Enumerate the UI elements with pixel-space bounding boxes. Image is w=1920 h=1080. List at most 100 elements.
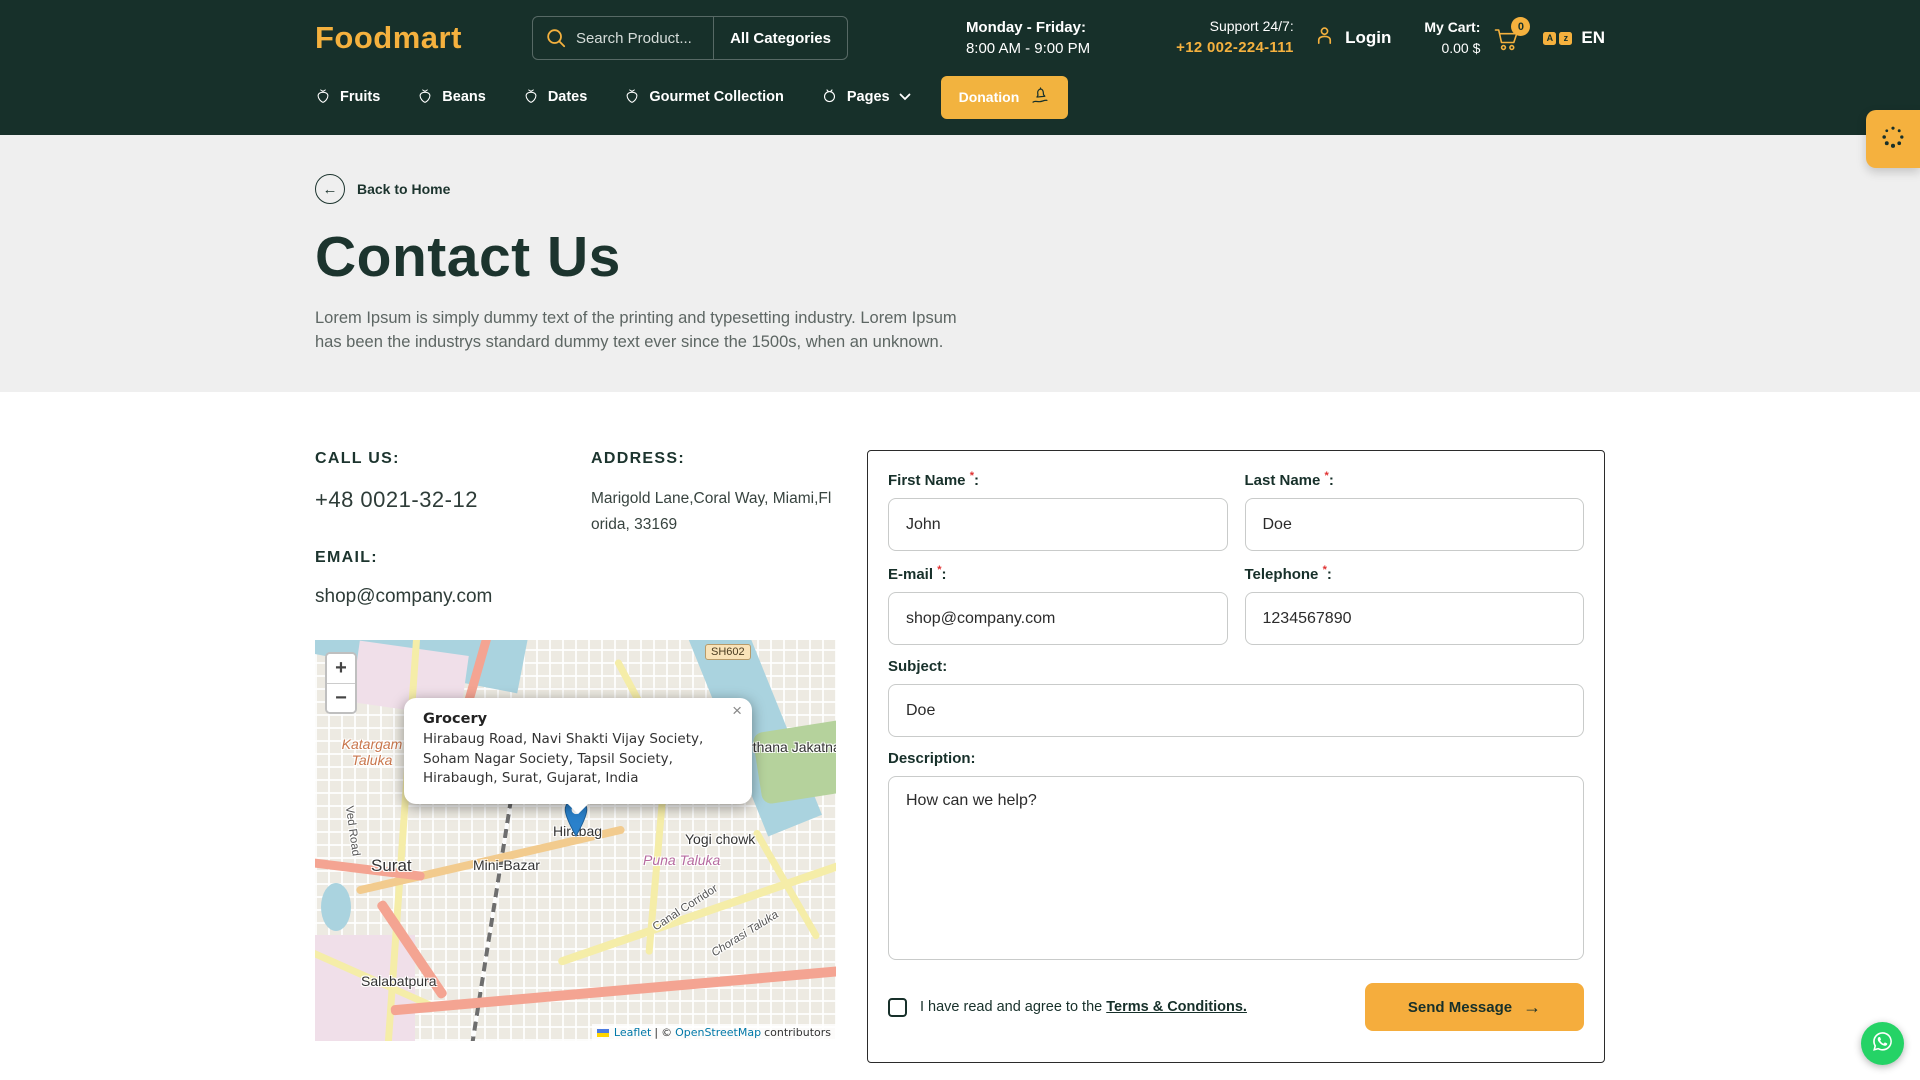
contributors-text: contributors — [764, 1026, 831, 1039]
send-message-button[interactable]: Send Message → — [1365, 983, 1584, 1031]
cart-amount: 0.00 $ — [1424, 38, 1480, 59]
chevron-down-icon — [899, 89, 911, 105]
logo[interactable]: Foodmart — [315, 20, 462, 56]
zoom-in-button[interactable]: + — [327, 654, 355, 683]
page-description: Lorem Ipsum is simply dummy text of the … — [315, 307, 963, 355]
strawberry-icon — [315, 87, 331, 108]
search-icon — [546, 28, 566, 48]
first-name-label: First Name *: — [888, 470, 1228, 489]
map-label: Mini-Bazar — [473, 857, 540, 873]
donation-button[interactable]: Donation — [941, 76, 1069, 119]
last-name-input[interactable] — [1245, 498, 1585, 551]
nav-label: Pages — [847, 89, 890, 105]
map-label: Puna Taluka — [643, 852, 720, 868]
email-field-group: E-mail *: — [888, 564, 1228, 645]
contact-section: CALL US: +48 0021-32-12 EMAIL: shop@comp… — [315, 450, 1605, 1063]
map-zoom-control: + − — [325, 652, 357, 714]
map-popup: Grocery Hirabaug Road, Navi Shakti Vijay… — [404, 698, 752, 804]
nav-item-beans[interactable]: Beans — [417, 87, 486, 108]
zoom-out-button[interactable]: − — [327, 683, 355, 712]
subject-input[interactable] — [888, 684, 1584, 737]
contact-address: Marigold Lane,Coral Way, Miami,Florida, … — [591, 486, 838, 539]
address-block: ADDRESS: Marigold Lane,Coral Way, Miami,… — [591, 450, 838, 608]
contact-form: First Name *: Last Name *: E-mail *: Tel… — [867, 450, 1605, 1063]
back-label: Back to Home — [357, 181, 450, 197]
email-input[interactable] — [888, 592, 1228, 645]
email-label: EMAIL: — [315, 549, 591, 567]
cart-count-badge: 0 — [1511, 17, 1530, 36]
strawberry-icon — [624, 87, 640, 108]
donation-label: Donation — [959, 89, 1020, 105]
whatsapp-icon — [1870, 1029, 1895, 1059]
login-button[interactable]: Login — [1313, 24, 1391, 52]
language-switcher[interactable]: A z EN — [1543, 28, 1605, 48]
call-email-block: CALL US: +48 0021-32-12 EMAIL: shop@comp… — [315, 450, 591, 608]
leaflet-map[interactable]: SH602 Katargam Taluka Sarthana Jakatna H… — [315, 640, 836, 1041]
language-code: EN — [1581, 28, 1605, 48]
whatsapp-button[interactable] — [1861, 1022, 1904, 1065]
description-label: Description: — [888, 750, 1584, 767]
terms-checkbox[interactable] — [888, 998, 907, 1017]
cart-icon — [1494, 39, 1521, 56]
page-hero: ← Back to Home Contact Us Lorem Ipsum is… — [0, 135, 1920, 392]
last-name-label: Last Name *: — [1245, 470, 1585, 489]
telephone-label: Telephone *: — [1245, 564, 1585, 583]
arrow-left-icon: ← — [315, 174, 345, 204]
subject-field-group: Subject: — [888, 658, 1584, 737]
map-attribution: Leaflet | © OpenStreetMap contributors — [592, 1024, 836, 1041]
nav-label: Dates — [548, 89, 588, 105]
telephone-field-group: Telephone *: — [1245, 564, 1585, 645]
nav-item-dates[interactable]: Dates — [523, 87, 588, 108]
nav-item-gourmet-collection[interactable]: Gourmet Collection — [624, 87, 784, 108]
page-title: Contact Us — [315, 224, 1605, 290]
demo-settings-toggle-button[interactable] — [1866, 110, 1920, 168]
terms-agreement: I have read and agree to the Terms & Con… — [888, 998, 1247, 1017]
site-header: Foodmart All Categories Monday - Friday:… — [0, 0, 1920, 135]
categories-dropdown[interactable]: All Categories — [714, 30, 847, 47]
agree-text: I have read and agree to the Terms & Con… — [920, 999, 1247, 1015]
support-label: Support 24/7: — [1176, 16, 1294, 37]
back-to-home-link[interactable]: ← Back to Home — [315, 174, 450, 204]
map-road-shield: SH602 — [705, 644, 751, 660]
nav-item-pages[interactable]: Pages — [821, 87, 911, 108]
contact-phone[interactable]: +48 0021-32-12 — [315, 487, 591, 513]
support-phone[interactable]: +12 002-224-111 — [1176, 37, 1294, 60]
translate-icon-a: A — [1543, 32, 1556, 45]
support-info: Support 24/7: +12 002-224-111 — [1176, 16, 1294, 60]
user-icon — [1313, 24, 1336, 52]
dots-spinner-icon — [1880, 124, 1906, 155]
map-label: Surat — [371, 856, 412, 876]
arrow-right-icon: → — [1523, 997, 1541, 1018]
openstreetmap-link[interactable]: OpenStreetMap — [675, 1026, 761, 1039]
hours-time: 8:00 AM - 9:00 PM — [966, 38, 1090, 59]
first-name-input[interactable] — [888, 498, 1228, 551]
first-name-field-group: First Name *: — [888, 470, 1228, 551]
opening-hours: Monday - Friday: 8:00 AM - 9:00 PM — [966, 17, 1090, 59]
donation-hand-bell-icon — [1030, 87, 1050, 108]
apple-icon — [821, 87, 838, 108]
subject-label: Subject: — [888, 658, 1584, 675]
nav-item-fruits[interactable]: Fruits — [315, 87, 380, 108]
ukraine-flag-icon — [597, 1029, 609, 1037]
description-textarea[interactable]: How can we help? — [888, 776, 1584, 960]
leaflet-link[interactable]: Leaflet — [614, 1026, 651, 1039]
contact-email[interactable]: shop@company.com — [315, 586, 591, 608]
cart-label: My Cart: — [1424, 17, 1480, 38]
call-us-label: CALL US: — [315, 450, 591, 468]
main-nav: Fruits Beans Dates Gourmet Collection Pa… — [315, 74, 1605, 120]
send-label: Send Message — [1408, 999, 1512, 1016]
popup-close-icon[interactable]: × — [732, 702, 742, 719]
hours-days: Monday - Friday: — [966, 17, 1090, 38]
cart-button[interactable]: 0 — [1494, 27, 1521, 57]
nav-label: Fruits — [340, 89, 380, 105]
address-label: ADDRESS: — [591, 450, 838, 468]
email-field-label: E-mail *: — [888, 564, 1228, 583]
cart-summary: My Cart: 0.00 $ — [1424, 17, 1480, 59]
telephone-input[interactable] — [1245, 592, 1585, 645]
login-label: Login — [1345, 28, 1391, 48]
strawberry-icon — [417, 87, 433, 108]
search-input[interactable] — [566, 30, 713, 47]
strawberry-icon — [523, 87, 539, 108]
terms-link[interactable]: Terms & Conditions. — [1106, 999, 1247, 1015]
search-bar: All Categories — [532, 16, 848, 60]
